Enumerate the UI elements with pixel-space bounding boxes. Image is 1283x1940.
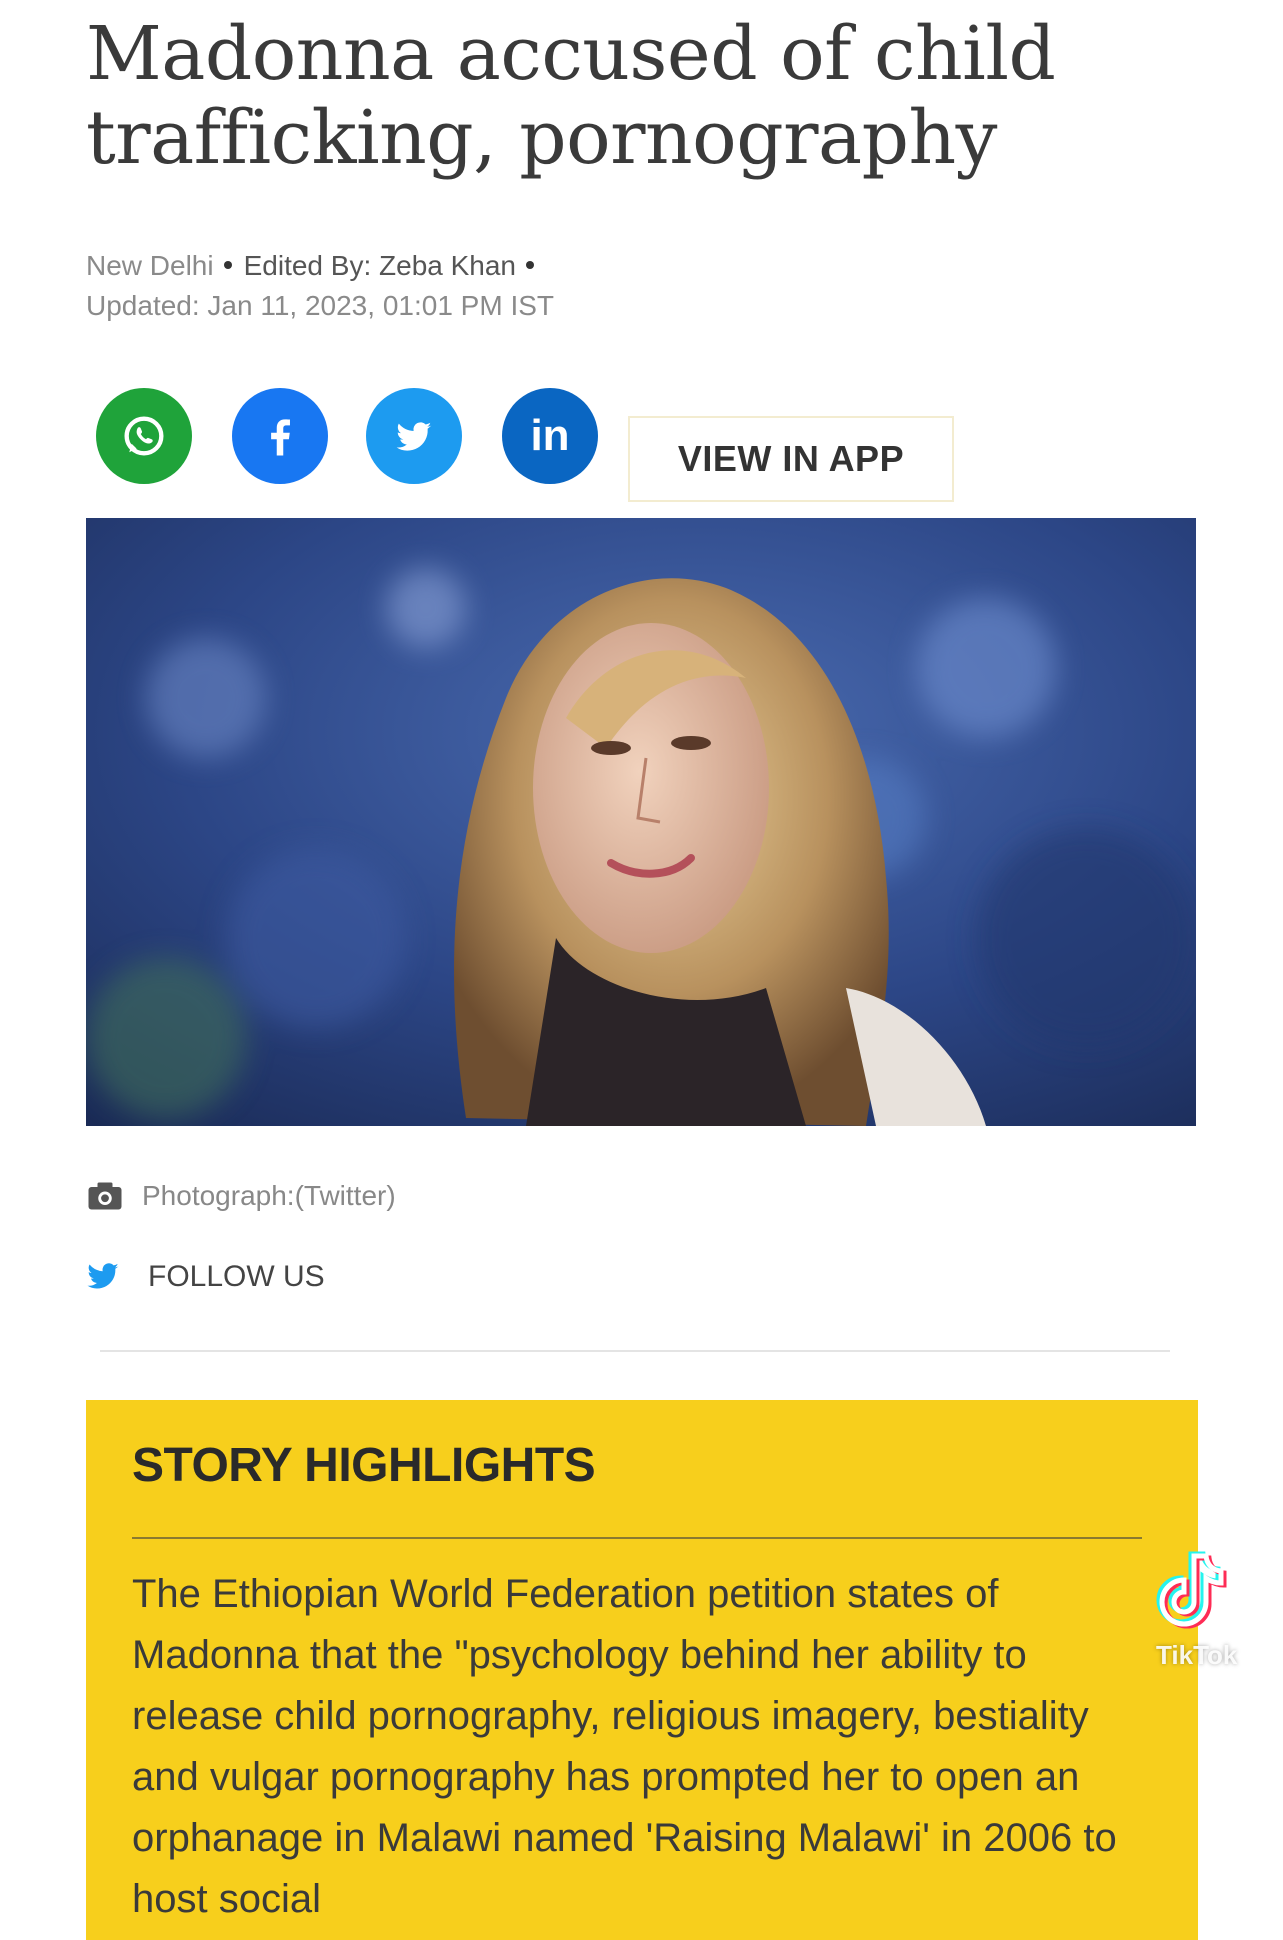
- article-headline: Madonna accused of child trafficking, po…: [86, 11, 1056, 181]
- meta-separator-dot: [223, 260, 232, 269]
- camera-icon: [88, 1182, 122, 1210]
- tiktok-watermark: TikTok: [1118, 1544, 1248, 1684]
- photo-caption: Photograph:(Twitter): [86, 1180, 396, 1212]
- linkedin-icon: in: [530, 411, 570, 460]
- story-highlights-rule: [132, 1537, 1142, 1539]
- whatsapp-share-button[interactable]: [96, 388, 192, 484]
- tiktok-logo-icon: [1156, 1551, 1227, 1629]
- meta-editor[interactable]: Edited By: Zeba Khan: [244, 250, 516, 281]
- hero-image: [86, 518, 1196, 1126]
- article-hero-photo[interactable]: [86, 518, 1196, 1126]
- view-in-app-button[interactable]: VIEW IN APP: [628, 416, 954, 502]
- photo-caption-text: Photograph:(Twitter): [142, 1180, 396, 1211]
- article-meta: New Delhi Edited By: Zeba Khan Updated: J…: [86, 246, 554, 326]
- meta-updated: Updated: Jan 11, 2023, 01:01 PM IST: [86, 290, 555, 321]
- twitter-share-button[interactable]: [366, 388, 462, 484]
- meta-separator-dot: [526, 260, 535, 269]
- twitter-bird-icon: [87, 1263, 119, 1289]
- twitter-icon: [396, 422, 432, 451]
- facebook-share-button[interactable]: [232, 388, 328, 484]
- story-highlights-box: STORY HIGHLIGHTS The Ethiopian World Fed…: [86, 1400, 1198, 1940]
- follow-us-link[interactable]: FOLLOW US: [86, 1260, 325, 1294]
- follow-us-label: FOLLOW US: [148, 1260, 325, 1293]
- facebook-icon: [271, 419, 290, 456]
- section-divider: [100, 1350, 1170, 1352]
- share-bar: in VIEW IN APP: [96, 388, 996, 502]
- tiktok-label: TikTok: [1156, 1640, 1238, 1670]
- story-highlights-title: STORY HIGHLIGHTS: [132, 1439, 596, 1492]
- whatsapp-icon: [124, 416, 164, 456]
- meta-location: New Delhi: [86, 250, 214, 281]
- story-highlights-text: The Ethiopian World Federation petition …: [132, 1572, 1117, 1921]
- linkedin-share-button[interactable]: in: [502, 388, 598, 484]
